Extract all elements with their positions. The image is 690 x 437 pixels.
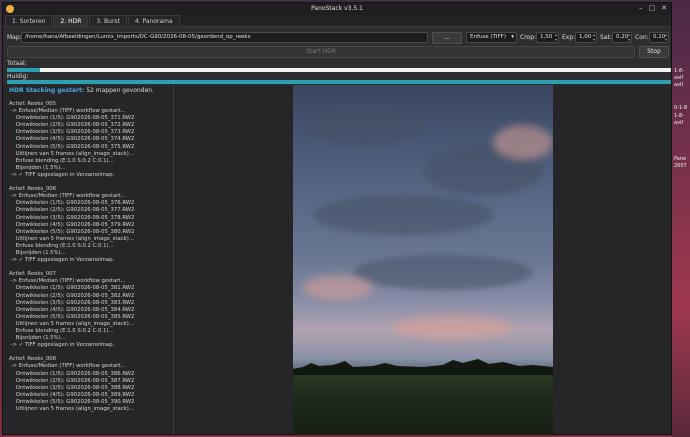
status-line: HDR Stacking gestart: 52 mappen gevonden… bbox=[9, 87, 154, 94]
status-detail: 52 mappen gevonden. bbox=[84, 87, 155, 94]
spin-arrows-icon[interactable]: ▴ ▾ bbox=[665, 33, 667, 42]
grass-field bbox=[293, 375, 553, 435]
start-hdr-button[interactable]: Start HDR bbox=[7, 46, 635, 58]
sat-label: Sat: bbox=[600, 34, 612, 41]
exp-label: Exp: bbox=[562, 34, 576, 41]
window-title: PanoStack v3.5.1 bbox=[311, 5, 363, 12]
spin-arrows-icon[interactable]: ▴ ▾ bbox=[555, 33, 557, 42]
desktop-file-label[interactable]: 0-1-8 bbox=[674, 105, 687, 111]
desktop-file-label[interactable]: avif bbox=[674, 75, 683, 81]
stop-button[interactable]: Stop bbox=[639, 46, 669, 58]
desktop-file-label[interactable]: avif bbox=[674, 120, 683, 126]
status-title: HDR Stacking gestart: bbox=[9, 87, 85, 94]
crop-label: Crop: bbox=[520, 34, 537, 41]
con-spinbox[interactable]: 0,10 ▴ ▾ bbox=[649, 32, 669, 43]
total-progress-fill bbox=[7, 68, 41, 72]
tab-hdr[interactable]: 2. HDR bbox=[53, 15, 89, 26]
crop-spinbox[interactable]: 1,50 ▴ ▾ bbox=[536, 32, 559, 43]
app-window: PanoStack v3.5.1 – ▢ ✕ 1. Sorteren 2. HD… bbox=[2, 2, 672, 435]
sat-spinbox[interactable]: 0,20 ▴ ▾ bbox=[612, 32, 632, 43]
log-panel[interactable]: HDR Stacking gestart: 52 mappen gevonden… bbox=[3, 85, 174, 434]
tab-sorteren[interactable]: 1. Sorteren bbox=[5, 15, 53, 26]
method-select[interactable]: Enfuse (TIFF) ▾ bbox=[466, 32, 517, 43]
desktop-file-label[interactable]: 1-8- bbox=[674, 68, 684, 74]
desktop-file-label[interactable]: Pane bbox=[674, 156, 686, 162]
map-label: Map: bbox=[7, 34, 22, 41]
hdr-preview-image bbox=[293, 85, 553, 435]
chevron-down-icon: ▾ bbox=[511, 34, 514, 40]
current-progress-fill bbox=[7, 80, 671, 84]
desktop-file-label[interactable]: avif bbox=[674, 82, 683, 88]
desktop-file-label[interactable]: 1-8- bbox=[674, 113, 684, 119]
tab-panorama[interactable]: 4. Panorama bbox=[127, 15, 180, 26]
total-progress-bar bbox=[7, 68, 671, 72]
tab-bar: 1. Sorteren 2. HDR 3. Burst 4. Panorama bbox=[5, 15, 181, 26]
tab-burst[interactable]: 3. Burst bbox=[89, 15, 127, 26]
con-label: Con: bbox=[635, 34, 649, 41]
hdr-panel: Map: /home/hans/Afbeeldingen/Lumix_Impor… bbox=[3, 26, 671, 435]
browse-button[interactable]: ... bbox=[432, 32, 462, 44]
minimize-icon[interactable]: – bbox=[639, 4, 643, 12]
toolbar: Map: /home/hans/Afbeeldingen/Lumix_Impor… bbox=[7, 32, 669, 44]
desktop-file-label[interactable]: 2607 bbox=[674, 163, 687, 169]
desktop-edge bbox=[672, 0, 690, 437]
treeline-silhouette bbox=[293, 359, 553, 377]
spin-arrows-icon[interactable]: ▴ ▾ bbox=[628, 33, 630, 42]
preview-panel bbox=[174, 85, 671, 435]
current-progress-bar bbox=[7, 80, 671, 84]
title-bar[interactable]: PanoStack v3.5.1 – ▢ ✕ bbox=[3, 3, 671, 15]
current-progress-label: Huidig: bbox=[7, 73, 29, 80]
map-path-input[interactable]: /home/hans/Afbeeldingen/Lumix_Imports/DC… bbox=[21, 32, 428, 43]
exp-spinbox[interactable]: 1,00 ▴ ▾ bbox=[575, 32, 597, 43]
close-icon[interactable]: ✕ bbox=[661, 4, 667, 12]
spin-arrows-icon[interactable]: ▴ ▾ bbox=[593, 33, 595, 42]
total-progress-label: Totaal: bbox=[7, 60, 27, 67]
log-text: Actief: Reeks_005 -> Enfuse/Median (TIFF… bbox=[9, 101, 135, 413]
maximize-icon[interactable]: ▢ bbox=[649, 4, 656, 12]
